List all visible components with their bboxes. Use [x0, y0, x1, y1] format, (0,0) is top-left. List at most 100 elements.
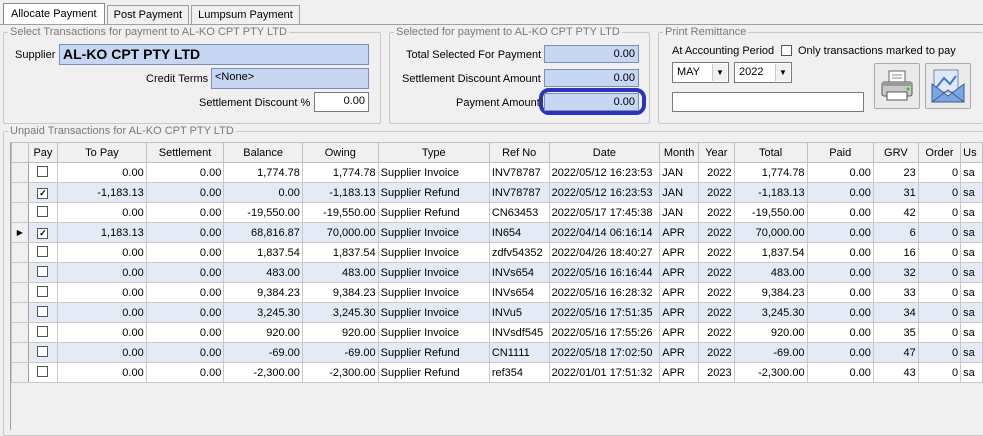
pay-cell[interactable]: ✓: [27, 182, 59, 203]
email-remittance-button[interactable]: [925, 63, 971, 109]
supplier-field[interactable]: AL-KO CPT PTY LTD: [59, 44, 369, 65]
cell-balance: 3,245.30: [223, 302, 303, 323]
pay-cell[interactable]: [27, 282, 59, 303]
cell-ref: IN654: [488, 222, 550, 243]
pay-checkbox[interactable]: [37, 365, 49, 377]
pay-checkbox[interactable]: ✓: [37, 227, 49, 239]
pay-checkbox[interactable]: [37, 325, 49, 337]
only-marked-label: Only transactions marked to pay: [798, 45, 956, 57]
only-marked-checkbox[interactable]: [781, 45, 792, 56]
table-row[interactable]: 0.00 0.00 1,774.78 1,774.78 Supplier Invoice…: [11, 162, 983, 183]
row-indicator[interactable]: ▶: [11, 222, 29, 243]
cell-order: 0: [917, 242, 962, 263]
month-select[interactable]: MAY ▼: [672, 62, 729, 83]
cell-to-pay[interactable]: 0.00: [57, 282, 147, 303]
cell-to-pay[interactable]: 0.00: [57, 162, 147, 183]
cell-to-pay[interactable]: 0.00: [57, 202, 147, 223]
table-row[interactable]: 0.00 0.00 483.00 483.00 Supplier Invoice INVs…: [11, 262, 983, 283]
pay-checkbox[interactable]: [37, 305, 49, 317]
pay-cell[interactable]: [27, 202, 59, 223]
col-header-date[interactable]: Date: [548, 142, 661, 163]
cell-to-pay[interactable]: 0.00: [57, 262, 147, 283]
col-header-month[interactable]: Month: [659, 142, 700, 163]
cell-to-pay[interactable]: 0.00: [57, 242, 147, 263]
table-row[interactable]: 0.00 0.00 -69.00 -69.00 Supplier Refund CN111…: [11, 342, 983, 363]
col-header-pay[interactable]: Pay: [27, 142, 59, 163]
cell-date: 2022/05/18 17:02:50: [548, 342, 661, 363]
pay-cell[interactable]: ✓: [27, 222, 59, 243]
table-row[interactable]: 0.00 0.00 1,837.54 1,837.54 Supplier Invoice…: [11, 242, 983, 263]
credit-terms-field[interactable]: <None>: [211, 68, 369, 89]
table-row[interactable]: ✓ -1,183.13 0.00 0.00 -1,183.13 Supplier Refu…: [11, 182, 983, 203]
pay-cell[interactable]: [27, 262, 59, 283]
cell-owing: 483.00: [301, 262, 379, 283]
cell-user: sa: [960, 282, 983, 303]
pay-checkbox[interactable]: [37, 345, 49, 357]
cell-to-pay[interactable]: -1,183.13: [57, 182, 147, 203]
cell-type: Supplier Refund: [377, 362, 490, 383]
row-indicator[interactable]: [11, 262, 29, 283]
col-header-to-pay[interactable]: To Pay: [57, 142, 147, 163]
row-indicator[interactable]: [11, 362, 29, 383]
row-indicator[interactable]: [11, 322, 29, 343]
row-indicator[interactable]: [11, 342, 29, 363]
cell-year: 2022: [698, 222, 735, 243]
col-header-grv[interactable]: GRV: [872, 142, 919, 163]
pay-checkbox[interactable]: [37, 165, 49, 177]
cell-balance: -19,550.00: [223, 202, 303, 223]
cell-paid: 0.00: [806, 242, 874, 263]
row-indicator[interactable]: [11, 202, 29, 223]
pay-checkbox[interactable]: ✓: [37, 187, 49, 199]
transactions-grid[interactable]: Pay To Pay Settlement Balance Owing Type…: [10, 142, 983, 430]
pay-cell[interactable]: [27, 342, 59, 363]
print-remittance-button[interactable]: [874, 63, 920, 109]
total-selected-label: Total Selected For Payment: [406, 49, 542, 61]
tab-allocate-payment[interactable]: Allocate Payment: [3, 3, 105, 24]
table-row[interactable]: ▶ ✓ 1,183.13 0.00 68,816.87 70,000.00 Supplier…: [11, 222, 983, 243]
year-select[interactable]: 2022 ▼: [734, 62, 792, 83]
tab-lumpsum-payment[interactable]: Lumpsum Payment: [191, 5, 300, 24]
table-row[interactable]: 0.00 0.00 3,245.30 3,245.30 Supplier Invoice…: [11, 302, 983, 323]
pay-checkbox[interactable]: [37, 245, 49, 257]
cell-to-pay[interactable]: 0.00: [57, 302, 147, 323]
row-indicator[interactable]: [11, 182, 29, 203]
tab-post-payment[interactable]: Post Payment: [106, 5, 190, 24]
pay-cell[interactable]: [27, 162, 59, 183]
table-row[interactable]: 0.00 0.00 9,384.23 9,384.23 Supplier Invoice…: [11, 282, 983, 303]
pay-cell[interactable]: [27, 322, 59, 343]
table-row[interactable]: 0.00 0.00 920.00 920.00 Supplier Invoice INVs…: [11, 322, 983, 343]
cell-type: Supplier Refund: [377, 342, 490, 363]
pay-cell[interactable]: [27, 302, 59, 323]
table-row[interactable]: 0.00 0.00 -19,550.00 -19,550.00 Supplier Ref…: [11, 202, 983, 223]
row-indicator[interactable]: [11, 302, 29, 323]
pay-cell[interactable]: [27, 362, 59, 383]
col-header-user[interactable]: Us: [960, 142, 983, 163]
cell-owing: -69.00: [301, 342, 379, 363]
row-indicator[interactable]: [11, 242, 29, 263]
settlement-discount-input[interactable]: 0.00: [314, 92, 369, 112]
col-header-ref-no[interactable]: Ref No: [488, 142, 550, 163]
cell-year: 2022: [698, 282, 735, 303]
col-header-total[interactable]: Total: [733, 142, 808, 163]
col-header-order[interactable]: Order: [917, 142, 962, 163]
cell-grv: 47: [872, 342, 919, 363]
pay-checkbox[interactable]: [37, 205, 49, 217]
col-header-owing[interactable]: Owing: [301, 142, 379, 163]
col-header-paid[interactable]: Paid: [806, 142, 874, 163]
col-header-year[interactable]: Year: [698, 142, 735, 163]
col-header-settlement[interactable]: Settlement: [145, 142, 225, 163]
cell-to-pay[interactable]: 1,183.13: [57, 222, 147, 243]
cell-to-pay[interactable]: 0.00: [57, 342, 147, 363]
col-header-type[interactable]: Type: [377, 142, 490, 163]
col-header-balance[interactable]: Balance: [223, 142, 303, 163]
cell-to-pay[interactable]: 0.00: [57, 362, 147, 383]
row-indicator[interactable]: [11, 162, 29, 183]
pay-cell[interactable]: [27, 242, 59, 263]
pay-checkbox[interactable]: [37, 285, 49, 297]
table-row[interactable]: 0.00 0.00 -2,300.00 -2,300.00 Supplier Refun…: [11, 362, 983, 383]
cell-to-pay[interactable]: 0.00: [57, 322, 147, 343]
row-indicator[interactable]: [11, 282, 29, 303]
pay-checkbox[interactable]: [37, 265, 49, 277]
cell-type: Supplier Invoice: [377, 242, 490, 263]
remittance-note-input[interactable]: [672, 92, 864, 112]
